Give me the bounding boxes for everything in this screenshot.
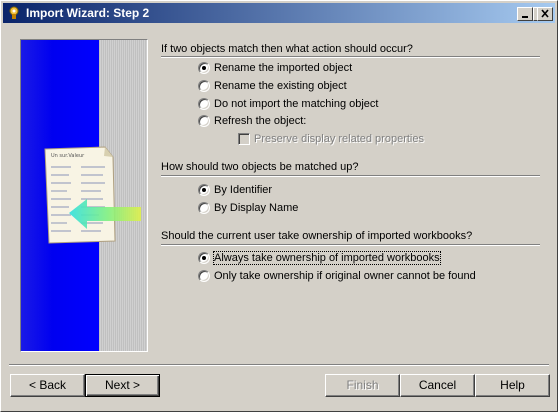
window-title: Import Wizard: Step 2 [26, 6, 150, 20]
minimize-icon [522, 16, 528, 18]
option-label: Always take ownership of imported workbo… [213, 251, 441, 265]
title-bar[interactable]: Import Wizard: Step 2 [3, 3, 555, 23]
document-icon: Un sur.Valeur [44, 146, 141, 244]
next-button[interactable]: Next > [85, 374, 160, 397]
option-label: Rename the existing object [214, 80, 347, 92]
wizard-banner: Un sur.Valeur [20, 39, 148, 352]
banner-doc-text: Un sur.Valeur [51, 153, 85, 159]
action-section-header: If two objects match then what action sh… [161, 43, 413, 55]
checkbox-preserve-display[interactable] [238, 133, 250, 145]
minimize-button[interactable] [517, 7, 533, 21]
close-icon [541, 9, 549, 18]
option-label: By Identifier [214, 184, 273, 196]
option-label: Do not import the matching object [214, 98, 379, 110]
radio-do-not-import[interactable] [198, 98, 210, 110]
cancel-button[interactable]: Cancel [400, 374, 475, 397]
ownership-section-header: Should the current user take ownership o… [161, 230, 473, 242]
finish-button[interactable]: Finish [325, 374, 400, 397]
import-wizard-window: Import Wizard: Step 2 Un sur.Valeur If t… [0, 0, 558, 412]
wizard-app-icon [9, 6, 19, 19]
radio-refresh-object[interactable] [198, 115, 210, 127]
match-section-header: How should two objects be matched up? [161, 161, 359, 173]
button-bar-divider [9, 364, 549, 366]
action-divider [161, 56, 540, 58]
close-button[interactable] [537, 7, 553, 21]
radio-by-display-name[interactable] [198, 202, 210, 214]
help-button[interactable]: Help [475, 374, 550, 397]
radio-rename-imported[interactable] [198, 62, 210, 74]
radio-only-if-owner-missing[interactable] [198, 270, 210, 282]
radio-by-identifier[interactable] [198, 184, 210, 196]
back-button[interactable]: < Back [10, 374, 85, 397]
option-label: By Display Name [214, 202, 299, 214]
checkbox-label: Preserve display related properties [254, 133, 424, 145]
match-divider [161, 175, 540, 177]
ownership-divider [161, 244, 540, 246]
option-label: Refresh the object: [214, 115, 307, 127]
option-label: Rename the imported object [214, 62, 353, 74]
radio-rename-existing[interactable] [198, 80, 210, 92]
radio-always-take-ownership[interactable] [198, 252, 210, 264]
option-label: Only take ownership if original owner ca… [214, 270, 476, 282]
